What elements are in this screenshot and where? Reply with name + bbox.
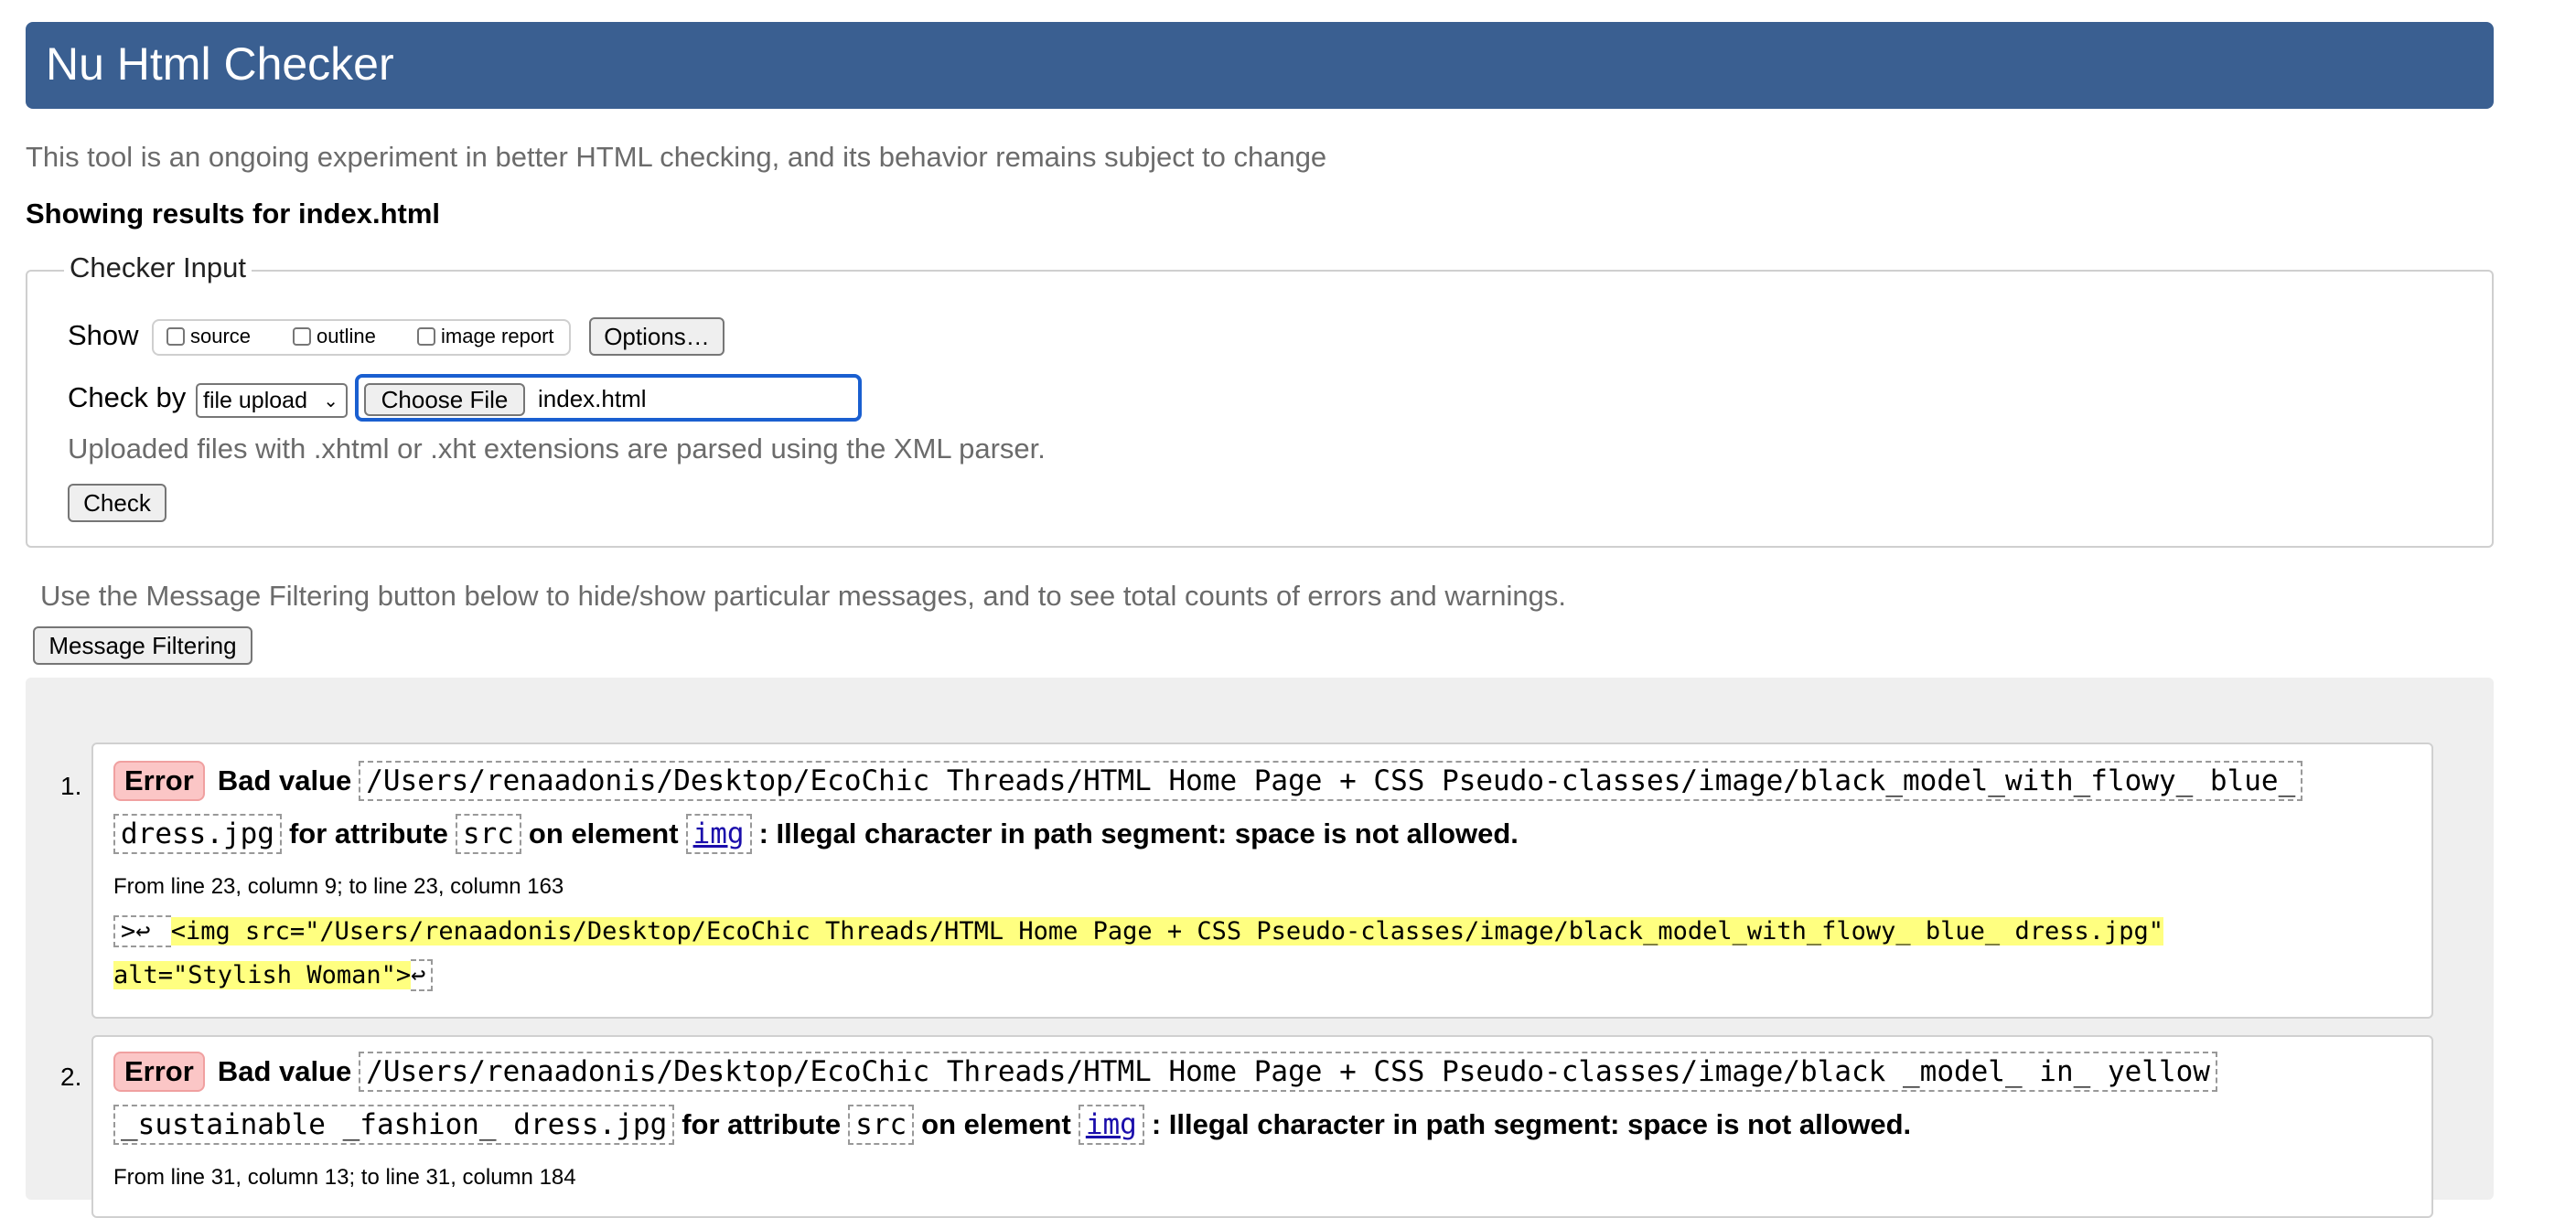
check-button[interactable]: Check <box>68 484 166 522</box>
showing-prefix: Showing results for <box>26 198 291 230</box>
chevron-down-icon: ⌄ <box>323 390 338 411</box>
check-by-label: Check by <box>68 381 187 413</box>
tagline: This tool is an ongoing experiment in be… <box>26 141 1327 173</box>
checkbox-outline-label: outline <box>317 325 376 347</box>
check-by-select[interactable]: file upload ⌄ <box>196 383 348 418</box>
error-description: : Illegal character in path segment: spa… <box>1151 1108 1912 1140</box>
check-by-value: file upload <box>203 387 307 413</box>
checkbox-image-report[interactable]: image report <box>417 325 554 348</box>
checker-input-fieldset: Checker Input Show source outline image … <box>26 251 2494 548</box>
checkbox-box[interactable] <box>417 327 435 346</box>
element-link[interactable]: img <box>1078 1105 1144 1145</box>
bad-value-path-cont: _sustainable _fashion_ dress.jpg <box>113 1105 675 1145</box>
attribute-name: src <box>848 1105 915 1145</box>
xml-parser-hint: Uploaded files with .xhtml or .xht exten… <box>68 433 1046 465</box>
message-number: 2. <box>60 1063 82 1091</box>
message-number: 1. <box>60 772 82 800</box>
on-element-label: on element <box>921 1108 1071 1140</box>
choose-file-button[interactable]: Choose File <box>364 383 525 416</box>
error-message: 2. Error Bad value /Users/renaadonis/Des… <box>60 1035 2433 1218</box>
extract-line-1: >↩ <img src="/Users/renaadonis/Desktop/E… <box>113 911 2395 955</box>
error-location: From line 23, column 9; to line 23, colu… <box>113 874 564 899</box>
error-message: 1. Error Bad value /Users/renaadonis/Des… <box>60 743 2433 1019</box>
bad-value-path-cont: dress.jpg <box>113 814 282 854</box>
bad-value-label: Bad value <box>217 764 352 796</box>
message-line-2: _sustainable _fashion_ dress.jpg for att… <box>113 1105 1918 1145</box>
attribute-name: src <box>455 814 521 854</box>
message-line-2: dress.jpg for attribute src on element i… <box>113 814 1526 854</box>
checkbox-box[interactable] <box>166 327 185 346</box>
checkbox-image-report-label: image report <box>441 325 554 347</box>
for-attribute-label: for attribute <box>682 1108 842 1140</box>
error-badge: Error <box>113 761 205 801</box>
message-line-1: Error Bad value /Users/renaadonis/Deskto… <box>113 761 2310 801</box>
show-options-group: source outline image report <box>152 319 571 356</box>
showing-results: Showing results for index.html <box>26 198 440 230</box>
show-label: Show <box>68 319 139 351</box>
file-upload-input[interactable]: Choose File index.html <box>355 374 862 422</box>
for-attribute-label: for attribute <box>288 817 448 849</box>
checker-input-legend: Checker Input <box>64 251 252 284</box>
checkbox-box[interactable] <box>293 327 311 346</box>
extract-prefix: >↩ <box>113 915 171 947</box>
error-location: From line 31, column 13; to line 31, col… <box>113 1165 576 1190</box>
app-header: Nu Html Checker <box>26 22 2494 109</box>
checkbox-source-label: source <box>190 325 252 347</box>
checkbox-source[interactable]: source <box>166 325 251 348</box>
options-button[interactable]: Options… <box>589 317 724 356</box>
bad-value-label: Bad value <box>217 1055 352 1087</box>
bad-value-path: /Users/renaadonis/Desktop/EcoChic Thread… <box>359 761 2303 801</box>
element-link[interactable]: img <box>685 814 752 854</box>
checkbox-outline[interactable]: outline <box>293 325 376 348</box>
page-title: Nu Html Checker <box>46 38 394 90</box>
results-panel: 1. Error Bad value /Users/renaadonis/Des… <box>26 678 2494 1218</box>
extract-suffix: ↩ <box>411 959 434 991</box>
extract-line-2: alt="Stylish Woman">↩ <box>113 955 2395 999</box>
chosen-file-name: index.html <box>538 385 647 412</box>
message-filtering-note: Use the Message Filtering button below t… <box>40 580 1567 612</box>
showing-filename: index.html <box>297 198 440 230</box>
code-extract: >↩ <img src="/Users/renaadonis/Desktop/E… <box>113 911 2395 999</box>
message-filtering-button[interactable]: Message Filtering <box>33 626 252 665</box>
error-description: : Illegal character in path segment: spa… <box>758 817 1519 849</box>
on-element-label: on element <box>528 817 679 849</box>
extract-highlight-2: alt="Stylish Woman"> <box>113 961 412 989</box>
bad-value-path: /Users/renaadonis/Desktop/EcoChic Thread… <box>359 1052 2217 1092</box>
extract-highlight-1: <img src="/Users/renaadonis/Desktop/EcoC… <box>170 917 2164 946</box>
error-badge: Error <box>113 1052 205 1092</box>
message-line-1: Error Bad value /Users/renaadonis/Deskto… <box>113 1052 2225 1092</box>
